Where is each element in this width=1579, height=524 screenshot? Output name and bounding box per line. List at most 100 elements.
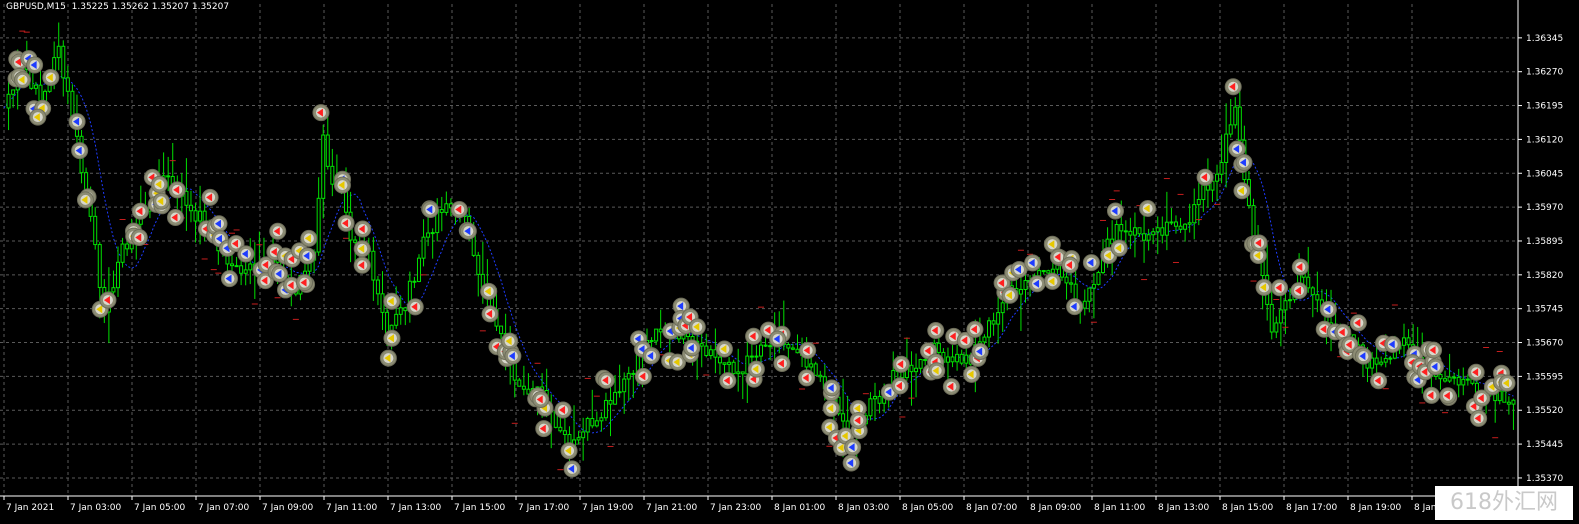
trade-marker[interactable] [1354, 347, 1372, 365]
trade-marker[interactable] [1290, 282, 1308, 300]
trade-marker[interactable] [152, 192, 170, 210]
trade-marker[interactable] [1498, 374, 1516, 392]
trade-marker[interactable] [719, 372, 737, 390]
trade-marker[interactable] [130, 228, 148, 246]
trade-marker[interactable] [971, 342, 989, 360]
trade-marker[interactable] [131, 202, 149, 220]
trade-marker[interactable] [1082, 254, 1100, 272]
trade-marker[interactable] [535, 420, 553, 438]
trade-marker[interactable] [29, 108, 47, 126]
trade-marker[interactable] [150, 175, 168, 193]
trade-marker[interactable] [1024, 254, 1042, 272]
trade-marker[interactable] [963, 365, 981, 383]
trade-marker[interactable] [354, 220, 372, 238]
trade-marker[interactable] [554, 401, 572, 419]
trade-marker[interactable] [799, 341, 817, 359]
trade-marker[interactable] [379, 349, 397, 367]
trade-marker[interactable] [1250, 234, 1268, 252]
trade-marker[interactable] [842, 454, 860, 472]
trade-marker[interactable] [269, 222, 287, 240]
trade-marker[interactable] [1425, 341, 1443, 359]
trade-marker[interactable] [1001, 286, 1019, 304]
price-chart[interactable]: 1.36345 1.36270 1.36195 1.36120 1.36045 1.359… [0, 0, 1579, 524]
trade-marker[interactable] [1384, 335, 1402, 353]
trade-marker[interactable] [1467, 363, 1485, 381]
trade-marker[interactable] [634, 367, 652, 385]
trade-marker[interactable] [1235, 153, 1253, 171]
trade-marker[interactable] [745, 327, 763, 345]
trade-marker[interactable] [353, 256, 371, 274]
trade-marker[interactable] [560, 442, 578, 460]
trade-marker[interactable] [683, 339, 701, 357]
trade-marker[interactable] [966, 320, 984, 338]
trade-marker[interactable] [849, 411, 867, 429]
trade-marker[interactable] [1066, 298, 1084, 316]
trade-marker[interactable] [892, 355, 910, 373]
trade-marker[interactable] [1255, 278, 1273, 296]
trade-marker[interactable] [597, 371, 615, 389]
trade-marker[interactable] [1110, 239, 1128, 257]
trade-marker[interactable] [942, 378, 960, 396]
trade-marker[interactable] [201, 188, 219, 206]
trade-marker[interactable] [450, 201, 468, 219]
trade-marker[interactable] [26, 56, 44, 74]
trade-marker[interactable] [1224, 78, 1242, 96]
trade-marker[interactable] [481, 305, 499, 323]
trade-marker[interactable] [769, 330, 787, 348]
trade-marker[interactable] [1028, 275, 1046, 293]
trade-marker[interactable] [1349, 314, 1367, 332]
trade-marker[interactable] [1439, 387, 1457, 405]
trade-marker[interactable] [532, 390, 550, 408]
trade-marker[interactable] [1319, 300, 1337, 318]
trade-marker[interactable] [383, 292, 401, 310]
trade-marker[interactable] [68, 113, 86, 131]
trade-marker[interactable] [296, 274, 314, 292]
trade-marker[interactable] [747, 360, 765, 378]
trade-marker[interactable] [501, 332, 519, 350]
trade-marker[interactable] [168, 181, 186, 199]
trade-marker[interactable] [1271, 279, 1289, 297]
trade-marker[interactable] [1426, 358, 1444, 376]
trade-marker[interactable] [1043, 272, 1061, 290]
trade-marker[interactable] [1106, 202, 1124, 220]
trade-marker[interactable] [480, 282, 498, 300]
trade-marker[interactable] [42, 68, 60, 86]
trade-marker[interactable] [928, 362, 946, 380]
trade-marker[interactable] [353, 240, 371, 258]
trade-marker[interactable] [337, 214, 355, 232]
trade-marker[interactable] [99, 291, 117, 309]
trade-marker[interactable] [270, 265, 288, 283]
trade-marker[interactable] [333, 176, 351, 194]
trade-marker[interactable] [1422, 386, 1440, 404]
trade-marker[interactable] [891, 377, 909, 395]
trade-marker[interactable] [773, 354, 791, 372]
trade-marker[interactable] [13, 71, 31, 89]
trade-marker[interactable] [459, 222, 477, 240]
trade-marker[interactable] [1233, 182, 1251, 200]
trade-marker[interactable] [166, 208, 184, 226]
trade-marker[interactable] [210, 215, 228, 233]
trade-marker[interactable] [1061, 256, 1079, 274]
trade-marker[interactable] [715, 340, 733, 358]
trade-marker[interactable] [421, 200, 439, 218]
trade-marker[interactable] [563, 460, 581, 478]
trade-marker[interactable] [1196, 168, 1214, 186]
trade-marker[interactable] [298, 247, 316, 265]
trade-marker[interactable] [300, 229, 318, 247]
trade-marker[interactable] [927, 322, 945, 340]
trade-marker[interactable] [822, 399, 840, 417]
trade-marker[interactable] [312, 104, 330, 122]
trade-marker[interactable] [71, 142, 89, 160]
trade-marker[interactable] [237, 245, 255, 263]
trade-marker[interactable] [383, 329, 401, 347]
trade-marker[interactable] [642, 347, 660, 365]
trade-marker[interactable] [504, 347, 522, 365]
trade-marker[interactable] [406, 298, 424, 316]
trade-marker[interactable] [220, 270, 238, 288]
trade-marker[interactable] [76, 191, 94, 209]
trade-marker[interactable] [798, 369, 816, 387]
trade-marker[interactable] [1370, 372, 1388, 390]
trade-marker[interactable] [844, 438, 862, 456]
trade-marker[interactable] [688, 318, 706, 336]
trade-marker[interactable] [1139, 200, 1157, 218]
